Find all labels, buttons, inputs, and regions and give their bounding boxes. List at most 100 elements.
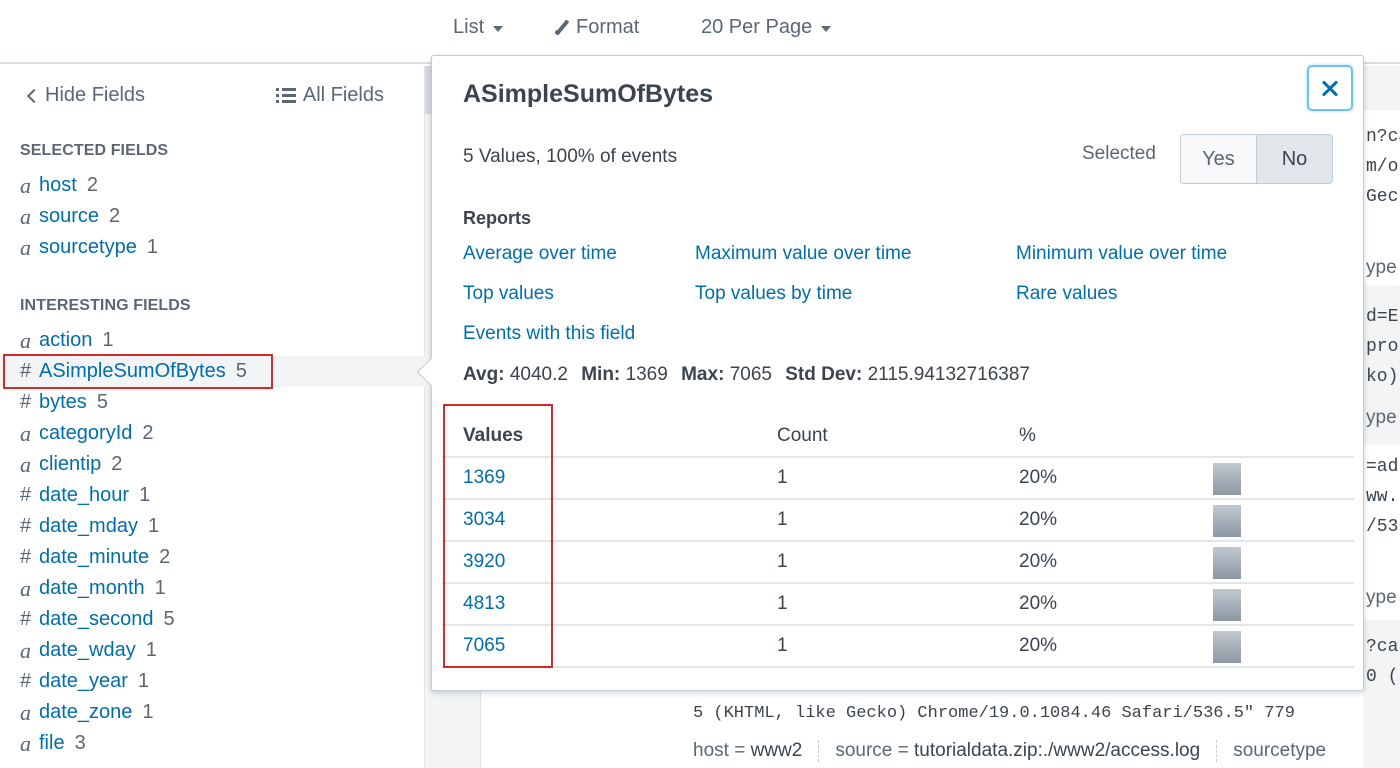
event-text-fragment: ype [1366, 407, 1397, 428]
field-item[interactable]: a clientip 2 [0, 449, 425, 480]
field-item[interactable]: a file 3 [0, 728, 425, 759]
header-percent[interactable]: % [1019, 425, 1036, 447]
value-count: 1 [777, 593, 788, 614]
field-name[interactable]: date_mday [39, 515, 138, 538]
number-type-icon: # [20, 360, 32, 382]
close-button[interactable] [1307, 65, 1353, 111]
selected-fields-list: a host 2 a source 2 a sourcetype 1 [0, 170, 425, 263]
value-link[interactable]: 1369 [463, 467, 505, 489]
sidebar-header: Hide Fields All Fields [26, 84, 384, 108]
field-name[interactable]: action [39, 329, 92, 352]
percent-bar-fill [1213, 589, 1241, 621]
field-item[interactable]: # date_year 1 [0, 666, 425, 697]
percent-bar [1213, 589, 1353, 621]
field-item[interactable]: a date_wday 1 [0, 635, 425, 666]
std-dev-value: 2115.94132716387 [867, 364, 1030, 385]
field-name[interactable]: date_year [39, 670, 128, 693]
field-name[interactable]: date_minute [39, 546, 149, 569]
field-name[interactable]: categoryId [39, 422, 132, 445]
selected-fields-title: SELECTED FIELDS [20, 142, 169, 159]
field-item[interactable]: a date_month 1 [0, 573, 425, 604]
field-count: 5 [163, 608, 175, 630]
report-minimum-value-over-time[interactable]: Minimum value over time [1016, 243, 1227, 265]
report-rare-values[interactable]: Rare values [1016, 283, 1117, 305]
per-page-label: 20 Per Page [701, 16, 813, 38]
field-count: 1 [102, 329, 114, 351]
value-link[interactable]: 7065 [463, 635, 505, 657]
number-type-icon: # [20, 670, 32, 692]
field-name[interactable]: host [39, 174, 77, 197]
header-count[interactable]: Count [777, 425, 828, 447]
field-count: 2 [159, 546, 171, 568]
field-item[interactable]: # date_second 5 [0, 604, 425, 635]
event-text-fragment: =ad [1366, 457, 1399, 477]
string-type-icon: a [20, 699, 31, 725]
caret-down-icon [493, 25, 504, 32]
selected-no-button[interactable]: No [1257, 135, 1332, 183]
field-item[interactable]: a categoryId 2 [0, 418, 425, 449]
field-item[interactable]: a source 2 [0, 201, 425, 232]
event-text-fragment: ype [1366, 587, 1397, 608]
list-view-dropdown[interactable]: List [453, 16, 504, 39]
field-name[interactable]: source [39, 205, 99, 228]
value-link[interactable]: 3034 [463, 509, 505, 531]
field-item[interactable]: # bytes 5 [0, 387, 425, 418]
min-label: Min: [581, 364, 621, 385]
event-text-fragment: Gec [1366, 187, 1399, 207]
report-maximum-value-over-time[interactable]: Maximum value over time [695, 243, 911, 265]
field-name[interactable]: bytes [39, 391, 87, 414]
header-values[interactable]: Values [463, 425, 523, 447]
avg-label: Avg: [463, 364, 505, 385]
field-name[interactable]: date_second [39, 608, 154, 631]
number-type-icon: # [20, 391, 32, 413]
field-name[interactable]: clientip [39, 453, 101, 476]
field-name[interactable]: file [39, 732, 65, 755]
field-item[interactable]: a date_zone 1 [0, 697, 425, 728]
max-value: 7065 [729, 364, 772, 385]
field-name[interactable]: date_zone [39, 701, 132, 724]
field-name[interactable]: date_wday [39, 639, 136, 662]
values-table-body: 1369 1 20% 3034 1 20% 3920 1 20% 4813 1 20% 7065 1 20% [442, 458, 1354, 668]
value-percent: 20% [1019, 593, 1058, 614]
event-field-sourcetype[interactable]: sourcetype [1233, 740, 1342, 762]
field-summary-popover: ASimpleSumOfBytes 5 Values, 100% of even… [431, 55, 1364, 691]
field-item[interactable]: a sourcetype 1 [0, 232, 425, 263]
field-item[interactable]: # ASimpleSumOfBytes 5 [0, 356, 425, 387]
format-label: Format [576, 16, 640, 38]
chevron-left-icon [26, 88, 42, 103]
field-item[interactable]: a action 1 [0, 325, 425, 356]
field-item[interactable]: # date_hour 1 [0, 480, 425, 511]
field-name[interactable]: date_hour [39, 484, 129, 507]
field-count: 2 [109, 205, 121, 227]
field-item[interactable]: a host 2 [0, 170, 425, 201]
format-button[interactable]: Format [554, 16, 639, 39]
values-table-header: Values Count % [442, 416, 1354, 458]
fields-sidebar: Hide Fields All Fields SELECTED FIELDS a… [0, 66, 425, 768]
field-count: 5 [235, 360, 247, 382]
value-count: 1 [777, 551, 788, 572]
field-count: 3 [74, 732, 86, 754]
event-raw-line: 5 (KHTML, like Gecko) Chrome/19.0.1084.4… [693, 704, 1295, 723]
field-name[interactable]: date_month [39, 577, 145, 600]
hide-fields-button[interactable]: Hide Fields [26, 84, 145, 107]
field-item[interactable]: # date_minute 2 [0, 542, 425, 573]
field-name[interactable]: sourcetype [39, 236, 137, 259]
value-link[interactable]: 3920 [463, 551, 505, 573]
report-events-with-field[interactable]: Events with this field [463, 323, 635, 345]
percent-bar [1213, 463, 1353, 495]
per-page-dropdown[interactable]: 20 Per Page [701, 16, 832, 39]
field-name[interactable]: ASimpleSumOfBytes [39, 360, 226, 383]
percent-bar-fill [1213, 631, 1241, 663]
report-average-over-time[interactable]: Average over time [463, 243, 617, 265]
event-field-host[interactable]: host = www2 [693, 740, 820, 762]
popover-title: ASimpleSumOfBytes [463, 80, 714, 108]
report-top-values-by-time[interactable]: Top values by time [695, 283, 852, 305]
field-item[interactable]: # date_mday 1 [0, 511, 425, 542]
all-fields-button[interactable]: All Fields [275, 84, 384, 107]
value-link[interactable]: 4813 [463, 593, 505, 615]
selected-yes-button[interactable]: Yes [1181, 135, 1257, 183]
report-top-values[interactable]: Top values [463, 283, 554, 305]
event-field-source[interactable]: source = tutorialdata.zip:./www2/access.… [835, 740, 1218, 762]
value-row: 7065 1 20% [442, 626, 1354, 668]
brush-icon [554, 20, 570, 36]
